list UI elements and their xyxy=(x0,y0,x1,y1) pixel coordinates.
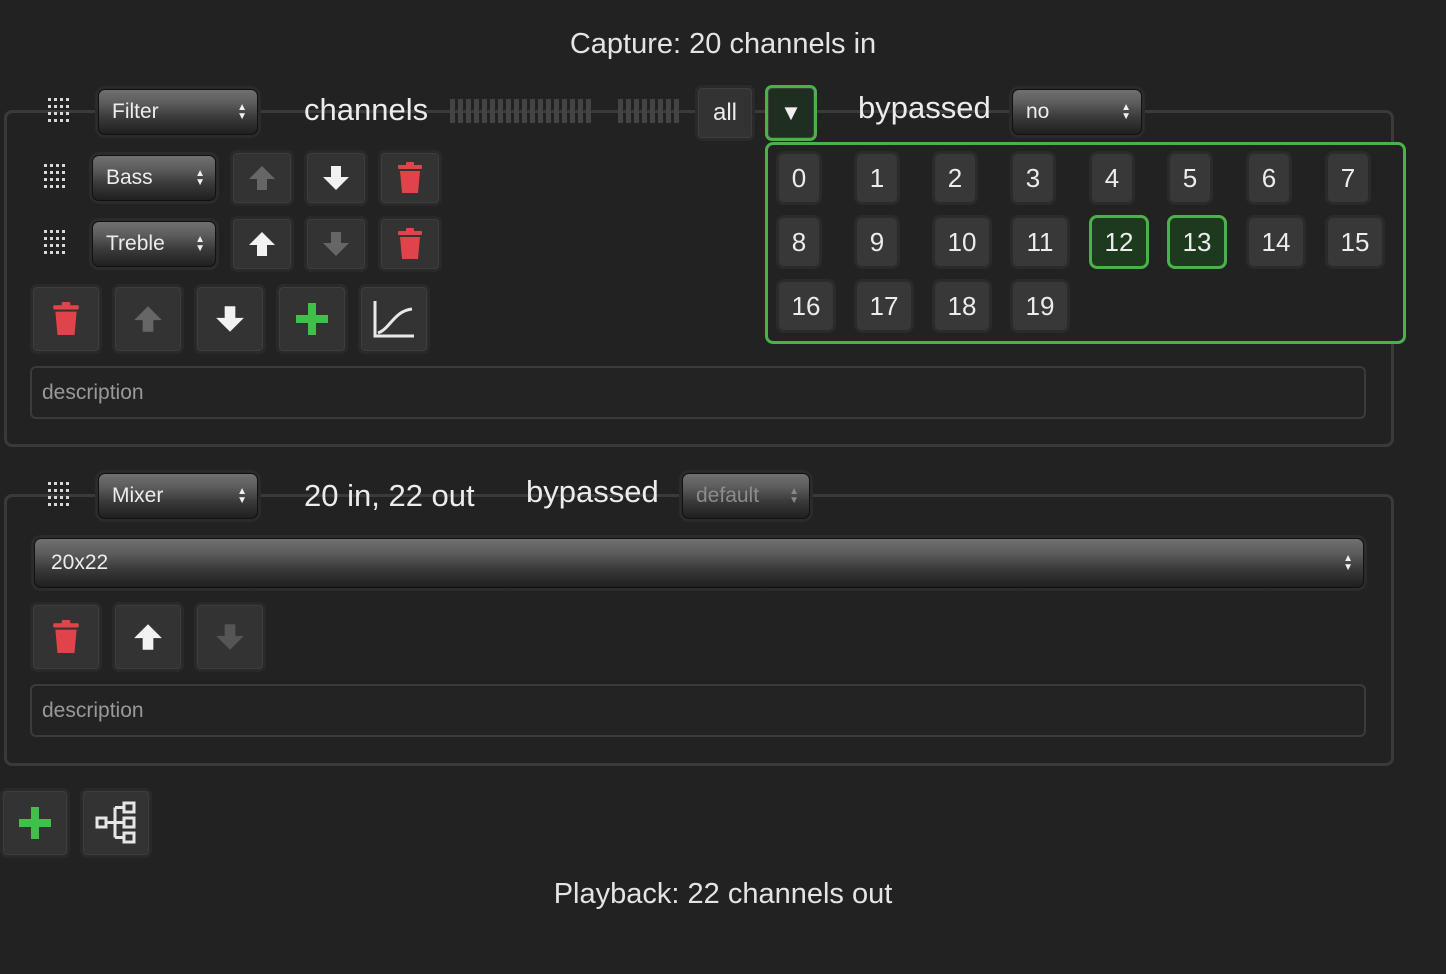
filter-select-bass[interactable]: Bass ▲ ▼ xyxy=(92,155,216,201)
bypassed-select[interactable]: default ▲ ▼ xyxy=(682,473,810,519)
channel-option-14[interactable]: 14 xyxy=(1246,215,1306,269)
arrow-down-icon xyxy=(323,232,349,256)
channel-option-8[interactable]: 8 xyxy=(776,215,822,269)
arrow-up-icon xyxy=(134,624,162,650)
drag-handle-icon[interactable] xyxy=(46,97,70,127)
channel-option-4[interactable]: 4 xyxy=(1089,151,1135,205)
channel-meter-2 xyxy=(618,99,682,128)
move-filter-down-button[interactable] xyxy=(304,150,368,206)
channel-option-2[interactable]: 2 xyxy=(932,151,978,205)
move-filter-down-button[interactable] xyxy=(304,216,368,272)
channel-dropdown-toggle[interactable]: ▼ xyxy=(765,85,817,141)
description-field[interactable]: description xyxy=(30,366,1366,419)
bypassed-label: bypassed xyxy=(858,90,991,125)
filter-name: Treble xyxy=(106,232,165,255)
channel-option-11[interactable]: 11 xyxy=(1010,215,1070,269)
select-arrows-icon: ▲ ▼ xyxy=(195,234,205,254)
channel-option-12[interactable]: 12 xyxy=(1089,215,1149,269)
bypassed-select[interactable]: no ▲ ▼ xyxy=(1012,89,1142,135)
select-arrows-icon: ▲ ▼ xyxy=(195,168,205,188)
step-type-select[interactable]: Filter ▲ ▼ xyxy=(98,89,258,135)
arrow-up-icon xyxy=(249,166,275,190)
drag-handle-icon[interactable] xyxy=(42,229,66,259)
pipeline-tree-button[interactable] xyxy=(80,788,152,858)
channel-option-19[interactable]: 19 xyxy=(1010,279,1070,333)
bypassed-value: default xyxy=(696,484,760,507)
trash-icon xyxy=(53,302,79,335)
select-arrows-icon: ▲ ▼ xyxy=(789,486,799,506)
delete-filter-button[interactable] xyxy=(378,216,442,272)
channel-option-10[interactable]: 10 xyxy=(932,215,992,269)
channel-meter xyxy=(450,99,594,128)
bypassed-label: bypassed xyxy=(526,474,659,509)
arrow-down-icon xyxy=(216,306,244,332)
channel-option-13[interactable]: 13 xyxy=(1167,215,1227,269)
trash-icon xyxy=(398,162,422,193)
move-filter-up-button[interactable] xyxy=(230,150,294,206)
channel-option-7[interactable]: 7 xyxy=(1325,151,1371,205)
arrow-down-icon xyxy=(323,166,349,190)
channel-option-15[interactable]: 15 xyxy=(1325,215,1385,269)
plot-icon xyxy=(373,301,414,338)
move-step-down-button[interactable] xyxy=(194,602,266,672)
channel-option-3[interactable]: 3 xyxy=(1010,151,1056,205)
filter-select-treble[interactable]: Treble ▲ ▼ xyxy=(92,221,216,267)
channel-option-0[interactable]: 0 xyxy=(776,151,822,205)
move-step-up-button[interactable] xyxy=(112,284,184,354)
plot-button[interactable] xyxy=(358,284,430,354)
trash-icon xyxy=(398,228,422,259)
mixer-io-label: 20 in, 22 out xyxy=(304,478,475,513)
channel-option-5[interactable]: 5 xyxy=(1167,151,1213,205)
all-channels-button[interactable]: all xyxy=(695,85,755,141)
arrow-down-icon xyxy=(216,624,244,650)
plus-icon xyxy=(296,303,328,335)
channel-option-18[interactable]: 18 xyxy=(932,279,992,333)
channel-option-16[interactable]: 16 xyxy=(776,279,836,333)
delete-step-button[interactable] xyxy=(30,284,102,354)
channels-label: channels xyxy=(304,92,429,127)
add-filter-button[interactable] xyxy=(276,284,348,354)
channel-option-6[interactable]: 6 xyxy=(1246,151,1292,205)
filter-name: Bass xyxy=(106,166,153,189)
move-step-down-button[interactable] xyxy=(194,284,266,354)
arrow-up-icon xyxy=(249,232,275,256)
move-filter-up-button[interactable] xyxy=(230,216,294,272)
channel-option-1[interactable]: 1 xyxy=(854,151,900,205)
tree-icon xyxy=(95,801,136,844)
select-arrows-icon: ▲ ▼ xyxy=(1121,102,1131,122)
trash-icon xyxy=(53,620,79,653)
delete-filter-button[interactable] xyxy=(378,150,442,206)
drag-handle-icon[interactable] xyxy=(42,163,66,193)
select-arrows-icon: ▲ ▼ xyxy=(237,102,247,122)
delete-step-button[interactable] xyxy=(30,602,102,672)
channel-option-9[interactable]: 9 xyxy=(854,215,900,269)
move-step-up-button[interactable] xyxy=(112,602,184,672)
plus-icon xyxy=(19,807,51,839)
arrow-up-icon xyxy=(134,306,162,332)
select-arrows-icon: ▲ ▼ xyxy=(237,486,247,506)
mixer-select[interactable]: 20x22 ▲ ▼ xyxy=(34,538,1364,588)
channel-option-17[interactable]: 17 xyxy=(854,279,914,333)
capture-title: Capture: 20 channels in xyxy=(569,28,877,60)
description-field[interactable]: description xyxy=(30,684,1366,737)
step-type-value: Filter xyxy=(112,100,159,123)
add-step-button[interactable] xyxy=(0,788,70,858)
mixer-value: 20x22 xyxy=(51,551,109,574)
select-arrows-icon: ▲ ▼ xyxy=(1343,553,1353,573)
playback-title: Playback: 22 channels out xyxy=(553,878,893,910)
drag-handle-icon[interactable] xyxy=(46,481,70,511)
bypassed-value: no xyxy=(1026,100,1050,123)
step-type-select[interactable]: Mixer ▲ ▼ xyxy=(98,473,258,519)
step-type-value: Mixer xyxy=(112,484,164,507)
